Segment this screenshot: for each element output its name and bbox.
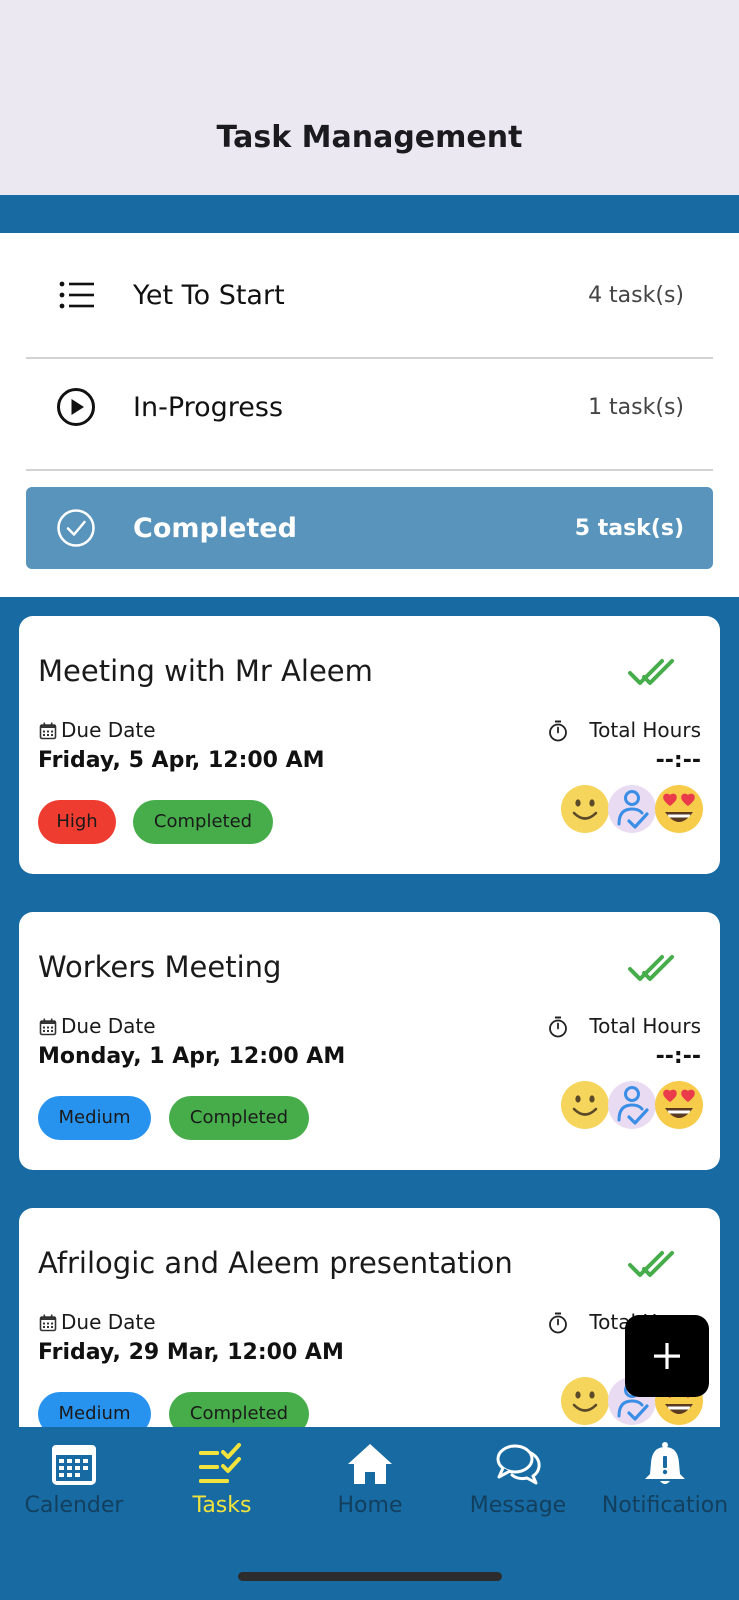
check-circle-icon: [57, 509, 95, 547]
divider: [26, 469, 713, 471]
task-card[interactable]: Afrilogic and Aleem presentation Due Dat…: [19, 1208, 720, 1427]
tasks-check-icon: [199, 1443, 241, 1483]
smile-emoji-avatar: [560, 784, 610, 834]
due-date-value: Friday, 29 Mar, 12:00 AM: [38, 1340, 344, 1365]
calendar-icon: [39, 1314, 57, 1332]
nav-notification[interactable]: Notification: [591, 1441, 739, 1531]
filter-label: Completed: [133, 512, 297, 544]
header-divider-strip: [0, 195, 739, 233]
priority-badge: Medium: [38, 1392, 151, 1427]
filter-count: 1 task(s): [588, 394, 684, 420]
timer-icon: [548, 1016, 568, 1038]
total-hours-value: --:--: [655, 1044, 701, 1069]
double-check-icon: [628, 654, 684, 690]
page-title: Task Management: [216, 120, 523, 155]
status-badge: Completed: [133, 800, 273, 844]
due-date-label: Due Date: [61, 1310, 156, 1334]
nav-home[interactable]: Home: [296, 1441, 444, 1531]
task-title: Workers Meeting: [38, 950, 282, 984]
calendar-icon: [52, 1445, 96, 1485]
filter-yet-to-start[interactable]: Yet To Start 4 task(s): [26, 254, 713, 336]
due-date-label: Due Date: [61, 1014, 156, 1038]
task-card[interactable]: Workers Meeting Due Date Monday, 1 Apr, …: [19, 912, 720, 1170]
nav-label: Home: [337, 1493, 403, 1518]
filter-in-progress[interactable]: In-Progress 1 task(s): [26, 366, 713, 448]
status-badge: Completed: [169, 1096, 309, 1140]
home-icon: [348, 1444, 392, 1484]
list-icon: [59, 281, 94, 309]
filter-count: 4 task(s): [588, 282, 684, 308]
due-date-label: Due Date: [61, 718, 156, 742]
task-title: Meeting with Mr Aleem: [38, 654, 373, 688]
smile-emoji-avatar: [560, 1376, 610, 1426]
divider: [26, 357, 713, 359]
nav-message[interactable]: Message: [444, 1441, 592, 1531]
user-check-avatar: [607, 784, 657, 834]
filter-completed[interactable]: Completed 5 task(s): [26, 487, 713, 569]
filter-label: Yet To Start: [133, 279, 285, 311]
total-hours-label: Total Hours: [589, 718, 701, 742]
filter-count: 5 task(s): [574, 515, 684, 541]
status-filter-panel: Yet To Start 4 task(s) In-Progress 1 tas…: [0, 233, 739, 597]
status-badge: Completed: [169, 1392, 309, 1427]
double-check-icon: [628, 1246, 684, 1282]
chat-bubbles-icon: [496, 1444, 541, 1485]
due-date-value: Friday, 5 Apr, 12:00 AM: [38, 748, 325, 773]
nav-label: Tasks: [192, 1493, 252, 1518]
task-title: Afrilogic and Aleem presentation: [38, 1246, 513, 1280]
app-header: Task Management: [0, 0, 739, 195]
bell-icon: [645, 1442, 685, 1484]
assignee-avatars[interactable]: [560, 1080, 704, 1132]
timer-icon: [548, 720, 568, 742]
assignee-avatars[interactable]: [560, 784, 704, 836]
nav-tasks[interactable]: Tasks: [148, 1441, 296, 1531]
add-task-button[interactable]: [625, 1315, 709, 1397]
home-indicator[interactable]: [238, 1572, 502, 1581]
nav-label: Message: [469, 1493, 567, 1518]
calendar-icon: [39, 722, 57, 740]
nav-calender[interactable]: Calender: [0, 1441, 148, 1531]
double-check-icon: [628, 950, 684, 986]
smile-emoji-avatar: [560, 1080, 610, 1130]
plus-icon: [654, 1343, 680, 1369]
filter-label: In-Progress: [133, 391, 284, 423]
timer-icon: [548, 1312, 568, 1334]
task-card[interactable]: Meeting with Mr Aleem Due Date Friday, 5…: [19, 616, 720, 874]
priority-badge: Medium: [38, 1096, 151, 1140]
nav-label: Notification: [601, 1493, 729, 1518]
heart-eyes-emoji-avatar: [654, 1080, 704, 1130]
due-date-value: Monday, 1 Apr, 12:00 AM: [38, 1044, 346, 1069]
task-list[interactable]: Meeting with Mr Aleem Due Date Friday, 5…: [0, 597, 739, 1427]
nav-label: Calender: [24, 1493, 124, 1518]
priority-badge: High: [38, 800, 116, 844]
heart-eyes-emoji-avatar: [654, 784, 704, 834]
user-check-avatar: [607, 1080, 657, 1130]
calendar-icon: [39, 1018, 57, 1036]
play-circle-icon: [57, 388, 95, 426]
total-hours-value: --:--: [655, 748, 701, 773]
total-hours-label: Total Hours: [589, 1014, 701, 1038]
